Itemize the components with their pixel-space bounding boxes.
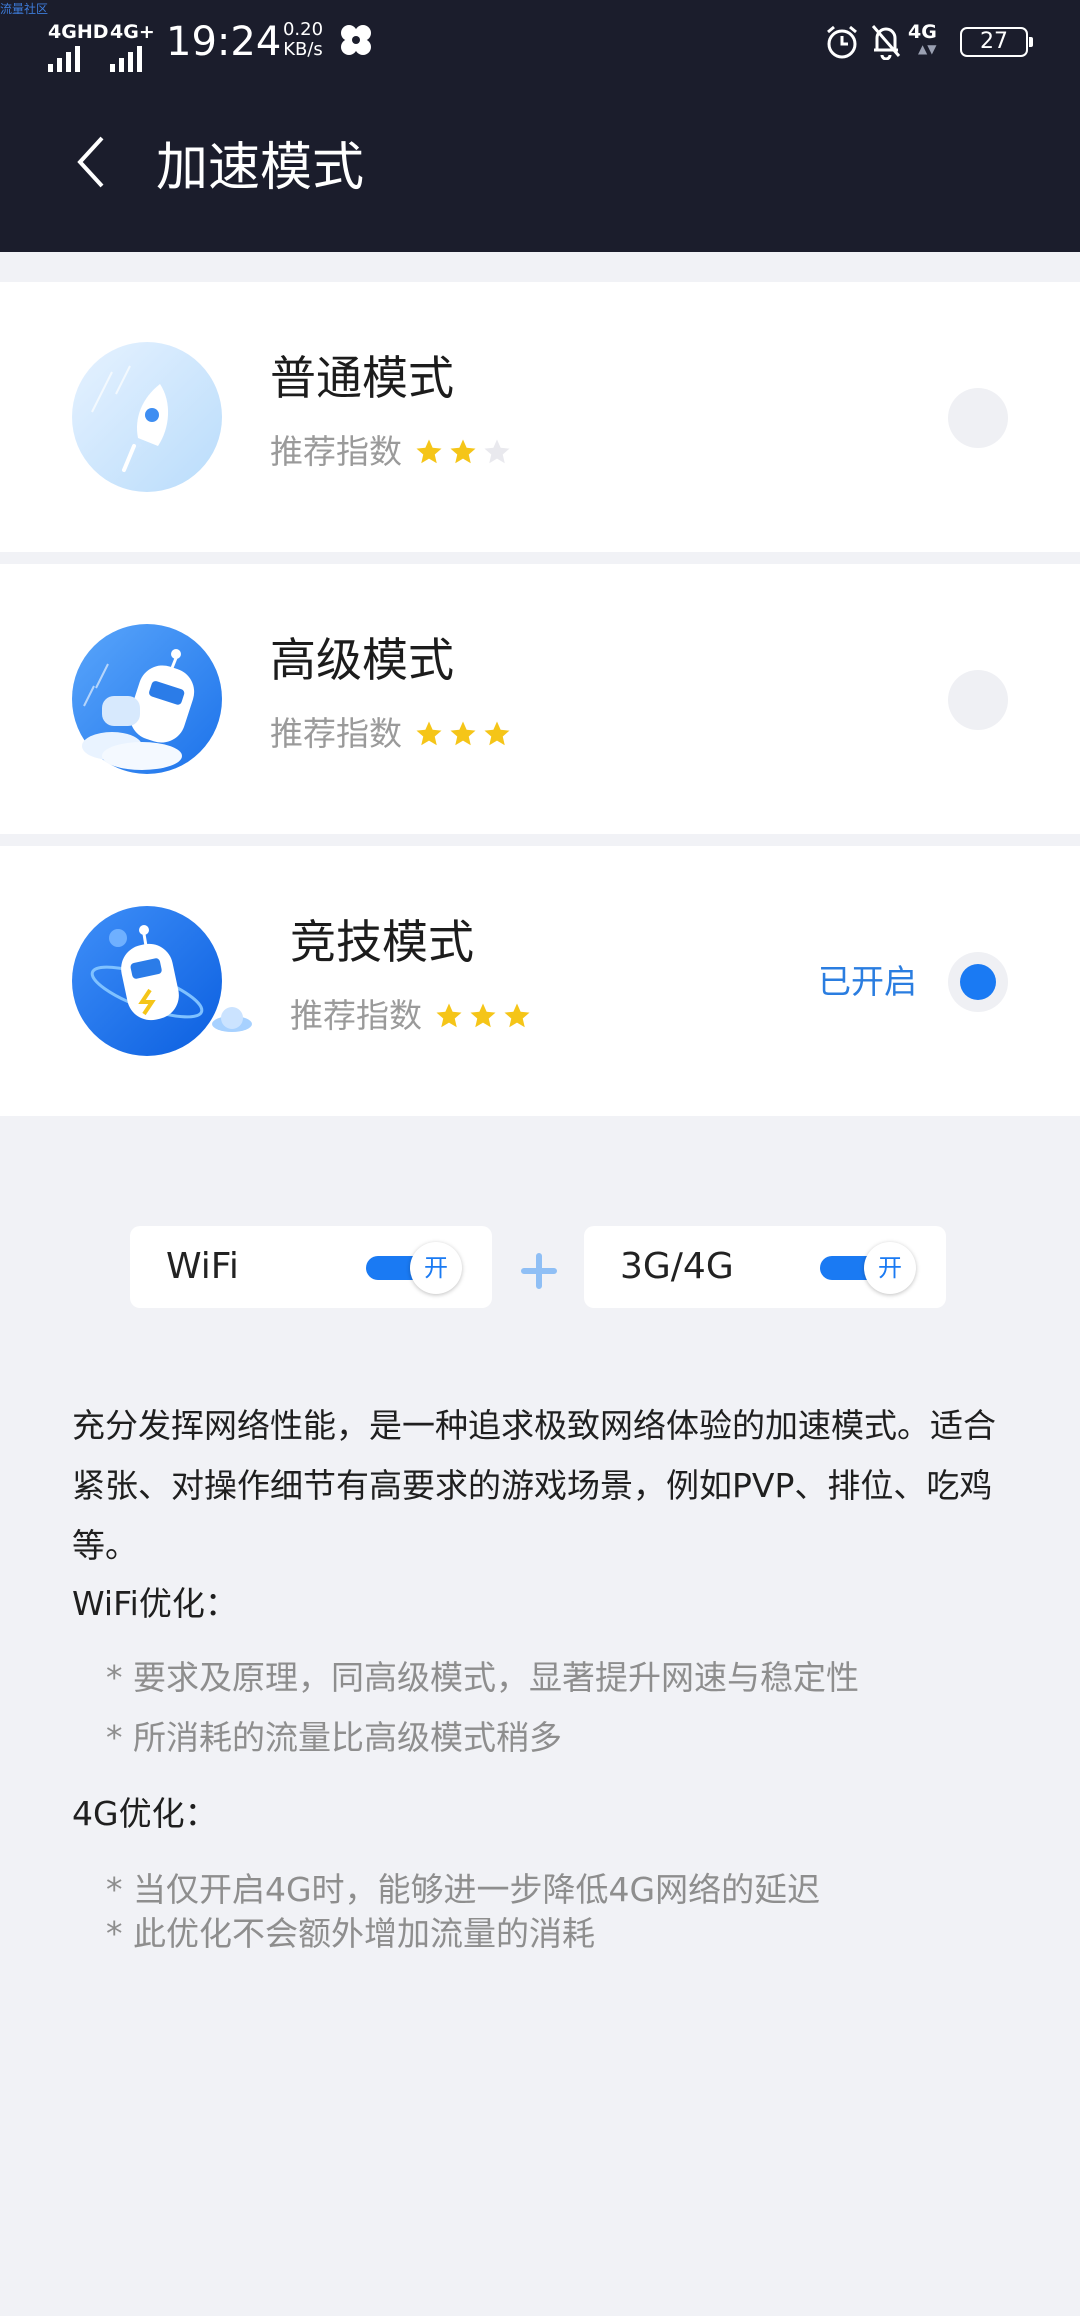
app-root: 流量社区 4GHD 4G+ 19:24 0.20 KB/s 4G ▲▼ 27 加… (0, 0, 1080, 2316)
status-time: 19:24 (166, 19, 282, 65)
mode-name: 竞技模式 (290, 915, 474, 969)
signal-bars-icon (110, 46, 142, 72)
wifi-toggle[interactable]: 开 (366, 1242, 462, 1294)
mobile-toggle-box: 3G/4G 开 (584, 1226, 946, 1308)
back-arrow-icon[interactable] (70, 132, 110, 192)
recommend-row: 推荐指数 (270, 432, 512, 472)
mode-card-normal[interactable]: 普通模式 推荐指数 (0, 282, 1080, 552)
rocket-icon (72, 342, 222, 492)
4g-opt-heading: 4G优化： (72, 1794, 218, 1833)
recommend-label: 推荐指数 (270, 432, 402, 471)
star-icon (484, 439, 510, 464)
4g-opt-item: * 此优化不会额外增加流量的消耗 (106, 1914, 595, 1953)
fan-icon (341, 25, 371, 55)
star-icon (484, 721, 510, 746)
battery-level: 27 (980, 29, 1008, 54)
network-type-3: 4G (908, 21, 937, 43)
star-icon (470, 1003, 496, 1028)
star-icon (416, 721, 442, 746)
network-type-2: 4G+ (110, 21, 155, 43)
status-bar: 4GHD 4G+ 19:24 0.20 KB/s 4G ▲▼ 27 (0, 0, 1080, 84)
rating-stars (414, 437, 512, 467)
network-type-1: 4GHD (48, 21, 109, 43)
mode-radio-normal[interactable] (948, 388, 1008, 448)
recommend-label: 推荐指数 (270, 714, 402, 753)
mode-card-advanced[interactable]: 高级模式 推荐指数 (0, 564, 1080, 834)
mode-name: 普通模式 (270, 351, 454, 405)
toggle-knob: 开 (410, 1242, 462, 1294)
enabled-status: 已开启 (818, 962, 917, 1001)
mobile-label: 3G/4G (620, 1246, 734, 1287)
wifi-opt-item: * 所消耗的流量比高级模式稍多 (106, 1718, 562, 1757)
wifi-opt-item: * 要求及原理，同高级模式，显著提升网速与稳定性 (106, 1658, 859, 1697)
star-icon (450, 721, 476, 746)
mode-description: 充分发挥网络性能，是一种追求极致网络体验的加速模式。适合紧张、对操作细节有高要求… (72, 1406, 996, 1565)
mode-name: 高级模式 (270, 633, 454, 687)
rating-stars (414, 719, 512, 749)
robot-saturn-icon (72, 906, 252, 1056)
mobile-toggle[interactable]: 开 (820, 1242, 916, 1294)
toggle-knob: 开 (864, 1242, 916, 1294)
recommend-row: 推荐指数 (290, 996, 532, 1036)
wifi-opt-heading: WiFi优化： (72, 1584, 238, 1623)
bell-off-icon (871, 25, 901, 60)
data-arrows-icon: ▲▼ (918, 42, 937, 56)
wifi-label: WiFi (166, 1246, 239, 1287)
mode-card-competitive[interactable]: 竞技模式 推荐指数 已开启 (0, 846, 1080, 1116)
4g-opt-item: * 当仅开启4G时，能够进一步降低4G网络的延迟 (106, 1870, 821, 1909)
speed-unit: KB/s (283, 39, 323, 60)
radio-selected-dot (960, 964, 996, 1000)
star-icon (504, 1003, 530, 1028)
rating-stars (434, 1001, 532, 1031)
alarm-icon (827, 25, 857, 59)
star-icon (436, 1003, 462, 1028)
robot-icon (72, 624, 222, 774)
star-icon (416, 439, 442, 464)
star-icon (450, 439, 476, 464)
wifi-toggle-box: WiFi 开 (130, 1226, 492, 1308)
mode-radio-advanced[interactable] (948, 670, 1008, 730)
signal-bars-icon (48, 46, 80, 72)
recommend-label: 推荐指数 (290, 996, 422, 1035)
mode-radio-competitive[interactable] (948, 952, 1008, 1012)
recommend-row: 推荐指数 (270, 714, 512, 754)
battery-icon: 27 (960, 27, 1033, 57)
plus-icon (521, 1253, 557, 1289)
page-title: 加速模式 (156, 138, 365, 198)
header: 流量社区 4GHD 4G+ 19:24 0.20 KB/s 4G ▲▼ 27 加… (0, 0, 1080, 252)
speed-value: 0.20 (282, 19, 324, 40)
network-speed: 0.20 KB/s (278, 20, 328, 60)
